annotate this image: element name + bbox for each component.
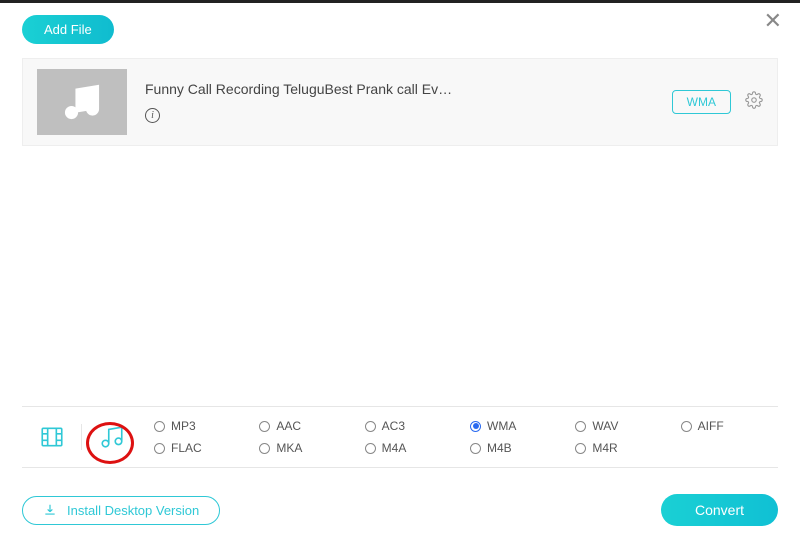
format-option-mka[interactable]: MKA (259, 441, 356, 455)
format-option-m4r[interactable]: M4R (575, 441, 672, 455)
close-icon[interactable]: ✕ (764, 10, 782, 32)
format-option-wma[interactable]: WMA (470, 419, 567, 433)
main-content: Add File Funny Call Recording TeluguBest… (0, 3, 800, 146)
gear-icon[interactable] (745, 91, 763, 114)
format-option-wav[interactable]: WAV (575, 419, 672, 433)
format-option-aiff[interactable]: AIFF (681, 419, 778, 433)
install-desktop-label: Install Desktop Version (67, 503, 199, 518)
format-label: M4A (382, 441, 407, 455)
radio-icon (365, 443, 376, 454)
file-info: Funny Call Recording TeluguBest Prank ca… (145, 81, 672, 123)
radio-icon (681, 421, 692, 432)
format-option-m4a[interactable]: M4A (365, 441, 462, 455)
radio-icon (470, 421, 481, 432)
music-icon (99, 424, 125, 450)
install-desktop-button[interactable]: Install Desktop Version (22, 496, 220, 525)
radio-icon (154, 443, 165, 454)
format-option-mp3[interactable]: MP3 (154, 419, 251, 433)
format-selector-panel: MP3 AAC AC3 WMA WAV AIFF FLAC MKA M4A M4B M4R (22, 406, 778, 468)
film-icon (39, 424, 65, 450)
radio-icon (259, 421, 270, 432)
file-thumbnail (37, 69, 127, 135)
radio-icon (575, 421, 586, 432)
video-type-tab[interactable] (22, 424, 82, 450)
format-label: MP3 (171, 419, 196, 433)
radio-icon (154, 421, 165, 432)
file-row: Funny Call Recording TeluguBest Prank ca… (22, 58, 778, 146)
format-option-ac3[interactable]: AC3 (365, 419, 462, 433)
convert-button[interactable]: Convert (661, 494, 778, 526)
format-label: M4B (487, 441, 512, 455)
file-title: Funny Call Recording TeluguBest Prank ca… (145, 81, 672, 97)
file-actions: WMA (672, 90, 763, 114)
format-option-aac[interactable]: AAC (259, 419, 356, 433)
format-label: MKA (276, 441, 302, 455)
format-options-grid: MP3 AAC AC3 WMA WAV AIFF FLAC MKA M4A M4B M4R (142, 415, 778, 459)
info-icon[interactable]: i (145, 108, 160, 123)
add-file-button[interactable]: Add File (22, 15, 114, 44)
format-option-flac[interactable]: FLAC (154, 441, 251, 455)
format-label: WMA (487, 419, 516, 433)
radio-icon (470, 443, 481, 454)
download-icon (43, 503, 57, 517)
format-label: M4R (592, 441, 617, 455)
format-label: FLAC (171, 441, 202, 455)
radio-icon (575, 443, 586, 454)
format-label: WAV (592, 419, 618, 433)
radio-icon (259, 443, 270, 454)
format-label: AIFF (698, 419, 724, 433)
radio-icon (365, 421, 376, 432)
footer-bar: Install Desktop Version Convert (22, 494, 778, 526)
format-option-m4b[interactable]: M4B (470, 441, 567, 455)
music-note-icon (61, 81, 103, 123)
format-label: AC3 (382, 419, 405, 433)
file-format-badge[interactable]: WMA (672, 90, 731, 114)
audio-type-tab[interactable] (82, 424, 142, 450)
format-label: AAC (276, 419, 301, 433)
